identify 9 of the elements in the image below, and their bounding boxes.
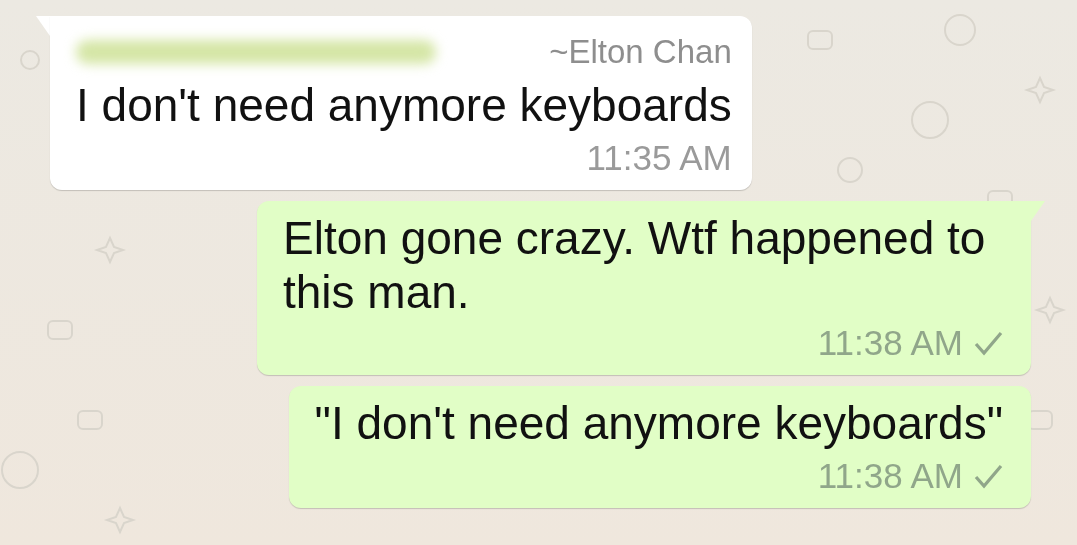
message-time: 11:38 AM bbox=[817, 456, 963, 496]
check-icon bbox=[973, 463, 1003, 489]
message-time: 11:38 AM bbox=[817, 323, 963, 363]
check-icon bbox=[973, 330, 1003, 356]
message-text: Elton gone crazy. Wtf happened to this man. bbox=[283, 211, 987, 319]
sender-name: ~Elton Chan bbox=[549, 33, 732, 71]
message-text: I don't need anymore keyboards bbox=[76, 78, 732, 132]
message-text: "I don't need anymore keyboards" bbox=[314, 396, 1003, 450]
message-time: 11:35 AM bbox=[586, 138, 732, 178]
